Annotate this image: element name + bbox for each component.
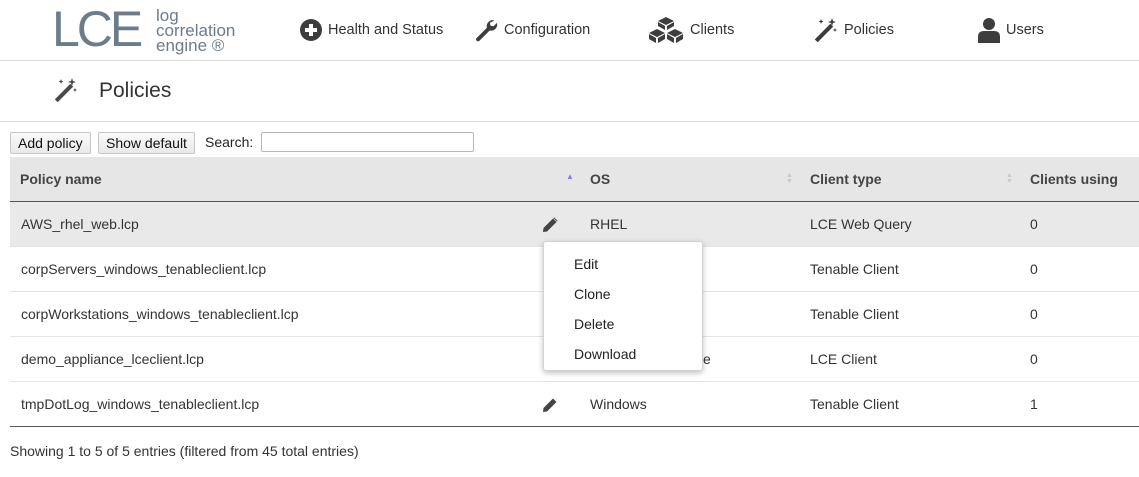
- client-type-cell: Tenable Client: [810, 261, 899, 277]
- clients-using-cell: 0: [1030, 351, 1038, 367]
- client-type-cell: LCE Web Query: [810, 216, 912, 232]
- cubes-icon: [649, 17, 683, 43]
- policy-name-cell: AWS_rhel_web.lcp: [21, 216, 139, 232]
- sort-asc-icon[interactable]: ▲: [566, 172, 574, 181]
- top-navbar: LCE log correlation engine ® Health and …: [0, 0, 1139, 61]
- plus-circle-icon: [300, 19, 322, 41]
- table-info: Showing 1 to 5 of 5 entries (filtered fr…: [10, 443, 359, 459]
- menu-item-edit[interactable]: Edit: [544, 249, 702, 279]
- clients-using-cell: 0: [1030, 306, 1038, 322]
- search-input[interactable]: [261, 132, 474, 152]
- nav-label: Policies: [844, 22, 894, 38]
- nav-configuration[interactable]: Configuration: [474, 16, 590, 44]
- magic-wand-icon: [54, 78, 77, 103]
- menu-item-delete[interactable]: Delete: [544, 309, 702, 339]
- clients-using-cell: 1: [1030, 396, 1038, 412]
- column-policy-name[interactable]: Policy name: [20, 157, 102, 202]
- page-header: Policies: [0, 61, 1139, 122]
- nav-label: Users: [1006, 22, 1044, 38]
- user-icon: [978, 18, 1000, 43]
- table-header: Policy name ▲ OS ▲ ▼ Client type ▲ ▼ Clien…: [10, 157, 1139, 202]
- clients-using-cell: 0: [1030, 216, 1038, 232]
- client-type-cell: Tenable Client: [810, 396, 899, 412]
- os-cell: Windows: [590, 396, 647, 412]
- logo-tagline: log correlation engine ®: [156, 7, 235, 55]
- sort-both-icon[interactable]: ▲ ▼: [1006, 172, 1013, 185]
- column-os[interactable]: OS: [590, 157, 610, 202]
- pencil-icon[interactable]: [542, 397, 558, 413]
- policy-name-cell: corpServers_windows_tenableclient.lcp: [21, 261, 267, 277]
- add-policy-button[interactable]: Add policy: [10, 132, 91, 154]
- nav-users[interactable]: Users: [978, 16, 1044, 44]
- nav-clients[interactable]: Clients: [648, 16, 734, 44]
- column-clients-using[interactable]: Clients using: [1030, 157, 1118, 202]
- policy-name-cell: corpWorkstations_windows_tenableclient.l…: [21, 306, 299, 322]
- logo-line-3: engine ®: [156, 36, 225, 55]
- nav-label: Configuration: [504, 22, 591, 38]
- sort-both-icon[interactable]: ▲ ▼: [786, 172, 793, 185]
- nav-health-and-status[interactable]: Health and Status: [300, 16, 443, 44]
- show-default-button[interactable]: Show default: [98, 132, 195, 154]
- policy-name-cell: tmpDotLog_windows_tenableclient.lcp: [21, 396, 260, 412]
- column-client-type[interactable]: Client type: [810, 157, 882, 202]
- menu-item-download[interactable]: Download: [544, 339, 702, 369]
- os-cell: e: [703, 351, 711, 367]
- page-title: Policies: [99, 79, 172, 102]
- nav-label: Health and Status: [328, 22, 444, 38]
- menu-item-clone[interactable]: Clone: [544, 279, 702, 309]
- client-type-cell: Tenable Client: [810, 306, 899, 322]
- pencil-icon[interactable]: [542, 217, 558, 233]
- magic-wand-icon: [814, 18, 837, 43]
- lce-logo[interactable]: LCE log correlation engine ®: [52, 1, 252, 57]
- nav-label: Clients: [690, 22, 735, 38]
- logo-wordmark: LCE: [52, 1, 143, 57]
- table-row[interactable]: tmpDotLog_windows_tenableclient.lcp Wind…: [10, 382, 1139, 427]
- search-label: Search:: [205, 134, 254, 150]
- clients-using-cell: 0: [1030, 261, 1038, 277]
- client-type-cell: LCE Client: [810, 351, 877, 367]
- nav-policies[interactable]: Policies: [812, 16, 894, 44]
- policy-name-cell: demo_appliance_lceclient.lcp: [21, 351, 204, 367]
- row-actions-menu: Edit Clone Delete Download: [543, 241, 703, 371]
- wrench-icon: [476, 20, 498, 42]
